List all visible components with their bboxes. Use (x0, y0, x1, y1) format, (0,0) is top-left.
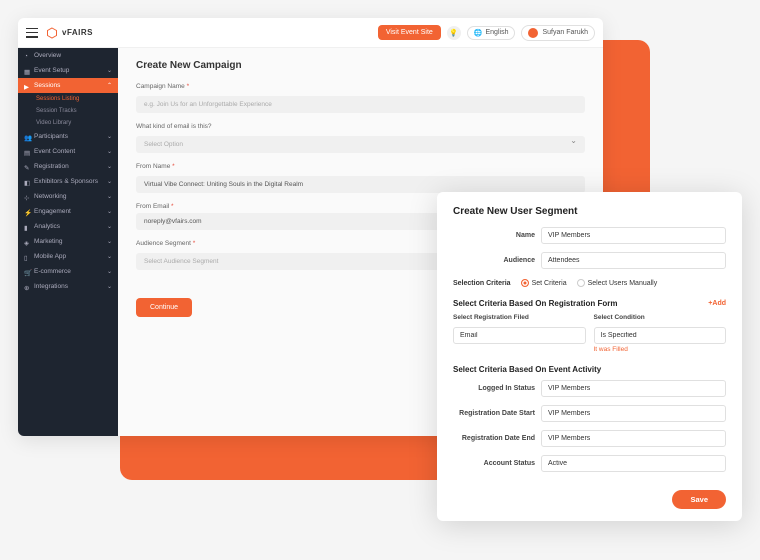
sidebar-item-sessions[interactable]: ▶Sessions⌃ (18, 78, 118, 93)
campaign-name-input[interactable] (136, 96, 585, 113)
radio-set-criteria[interactable]: Set Criteria (521, 279, 567, 287)
hamburger-menu-icon[interactable] (26, 28, 38, 38)
condition-label: Select Condition (594, 314, 727, 321)
segment-name-label: Name (453, 232, 535, 239)
sidebar-item-exhibitors[interactable]: ◧Exhibitors & Sponsors⌄ (18, 174, 118, 189)
account-status-select[interactable] (541, 455, 726, 472)
sidebar-sub-video-library[interactable]: Video Library (18, 117, 118, 129)
sidebar-item-integrations[interactable]: ⊕Integrations⌄ (18, 279, 118, 294)
segment-audience-input[interactable] (541, 252, 726, 269)
segment-audience-label: Audience (453, 257, 535, 264)
brand-logo: vFAIRS (46, 27, 93, 39)
sidebar-sub-sessions-listing[interactable]: Sessions Listing (18, 93, 118, 105)
sidebar-item-networking[interactable]: ⊹Networking⌄ (18, 189, 118, 204)
radio-select-manually[interactable]: Select Users Manually (577, 279, 658, 287)
bulb-icon[interactable]: 💡 (447, 26, 461, 40)
sidebar-item-marketing[interactable]: ◈Marketing⌄ (18, 234, 118, 249)
logo-icon (46, 27, 58, 39)
reg-field-label: Select Registration Filed (453, 314, 586, 321)
page-title: Create New Campaign (136, 60, 585, 71)
visit-event-button[interactable]: Visit Event Site (378, 25, 441, 40)
sidebar-sub-session-tracks[interactable]: Session Tracks (18, 105, 118, 117)
avatar (528, 28, 538, 38)
sidebar-item-participants[interactable]: 👥Participants⌄ (18, 129, 118, 144)
segment-title: Create New User Segment (453, 206, 726, 217)
sidebar-item-overview[interactable]: ◔Overview (18, 48, 118, 63)
from-name-input[interactable] (136, 176, 585, 193)
language-selector[interactable]: 🌐 English (467, 26, 516, 40)
reg-start-label: Registration Date Start (453, 410, 535, 417)
filled-note: It was Filled (594, 346, 727, 353)
logged-in-label: Logged In Status (453, 385, 535, 392)
activity-criteria-title: Select Criteria Based On Event Activity (453, 365, 601, 374)
reg-criteria-title: Select Criteria Based On Registration Fo… (453, 299, 618, 308)
reg-end-input[interactable] (541, 430, 726, 447)
from-name-label: From Name * (136, 163, 585, 170)
sidebar-item-registration[interactable]: ✎Registration⌄ (18, 159, 118, 174)
sidebar-item-mobile-app[interactable]: ▯Mobile App⌄ (18, 249, 118, 264)
sidebar: ◔Overview ▦Event Setup⌄ ▶Sessions⌃ Sessi… (18, 48, 118, 436)
continue-button[interactable]: Continue (136, 298, 192, 317)
save-button[interactable]: Save (672, 490, 726, 509)
user-menu[interactable]: Sufyan Farukh (521, 25, 595, 41)
sidebar-item-event-setup[interactable]: ▦Event Setup⌄ (18, 63, 118, 78)
user-segment-panel: Create New User Segment Name Audience Se… (437, 192, 742, 521)
add-criteria-link[interactable]: +Add (708, 300, 726, 307)
account-status-label: Account Status (453, 460, 535, 467)
reg-start-input[interactable] (541, 405, 726, 422)
selection-criteria-label: Selection Criteria (453, 280, 511, 287)
reg-end-label: Registration Date End (453, 435, 535, 442)
logged-in-select[interactable] (541, 380, 726, 397)
globe-icon: 🌐 (474, 29, 483, 37)
brand-name: vFAIRS (62, 28, 93, 37)
sidebar-item-ecommerce[interactable]: 🛒E-commerce⌄ (18, 264, 118, 279)
sidebar-item-analytics[interactable]: ▮Analytics⌄ (18, 219, 118, 234)
from-email-label: From Email * (136, 203, 174, 210)
language-label: English (486, 29, 509, 36)
top-bar: vFAIRS Visit Event Site 💡 🌐 English Sufy… (18, 18, 603, 48)
campaign-name-label: Campaign Name * (136, 83, 585, 90)
email-kind-select[interactable] (136, 136, 585, 153)
user-name: Sufyan Farukh (542, 29, 588, 36)
sidebar-item-event-content[interactable]: ▤Event Content⌄ (18, 144, 118, 159)
segment-name-input[interactable] (541, 227, 726, 244)
sidebar-item-engagement[interactable]: ⚡Engagement⌄ (18, 204, 118, 219)
email-kind-label: What kind of email is this? (136, 123, 585, 130)
condition-select[interactable] (594, 327, 727, 344)
reg-field-select[interactable] (453, 327, 586, 344)
